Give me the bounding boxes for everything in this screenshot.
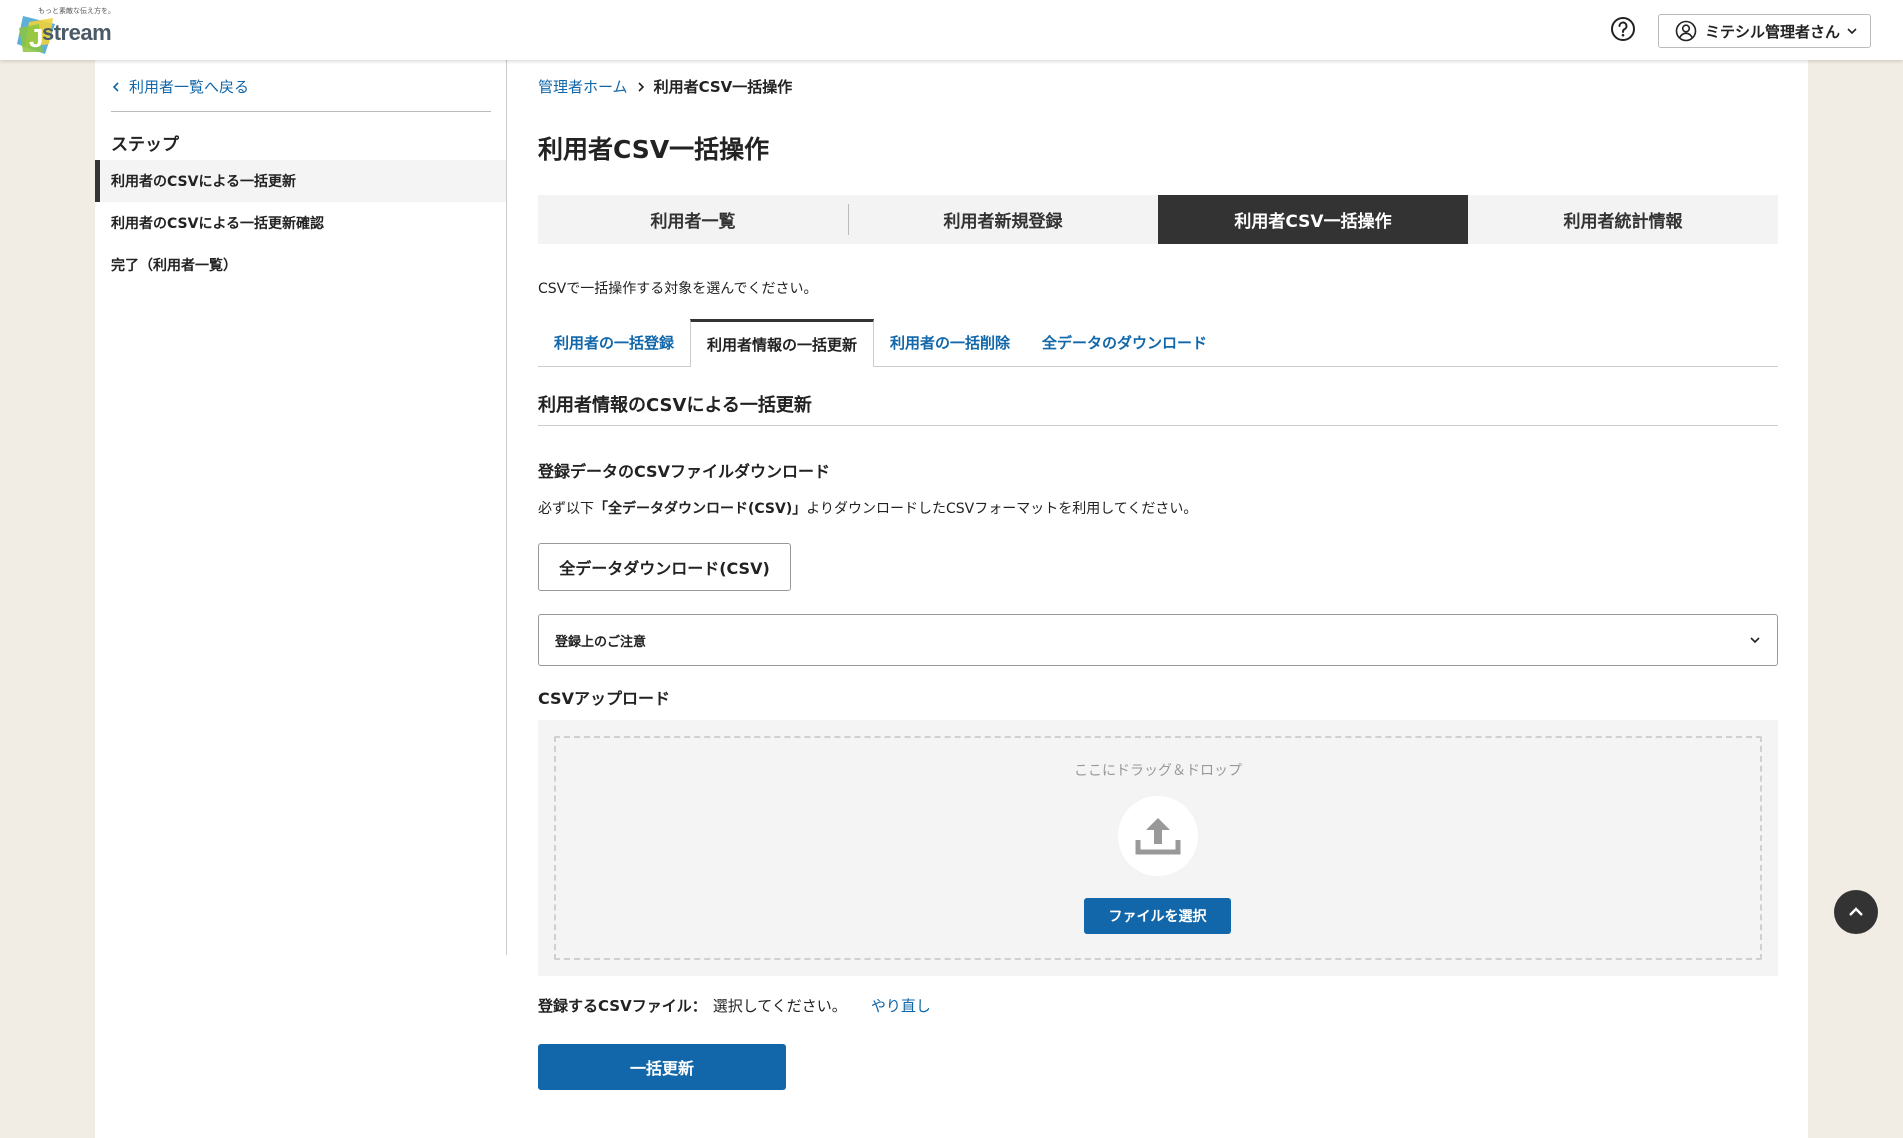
- user-avatar-icon: [1675, 20, 1697, 42]
- upload-heading: CSVアップロード: [538, 689, 670, 708]
- breadcrumb-current: 利用者CSV一括操作: [653, 78, 793, 96]
- main-tabs: 利用者一覧 利用者新規登録 利用者CSV一括操作 利用者統計情報: [538, 195, 1778, 244]
- back-link-label: 利用者一覧へ戻る: [129, 78, 250, 96]
- question-circle-icon[interactable]: [1610, 16, 1636, 42]
- logo-text: stream: [42, 20, 112, 45]
- file-status-value: 選択してください。: [712, 997, 847, 1015]
- main-panel: 利用者一覧へ戻る ステップ 利用者のCSVによる一括更新 利用者のCSVによる一…: [95, 60, 1808, 1138]
- step-item-csv-update-confirm: 利用者のCSVによる一括更新確認: [111, 216, 325, 232]
- jstream-logo[interactable]: もっと素敵な伝え方を。 J stream: [15, 6, 125, 54]
- step-item-csv-update: 利用者のCSVによる一括更新: [95, 160, 506, 202]
- reset-link[interactable]: やり直し: [871, 995, 931, 1016]
- file-status: 登録するCSVファイル： 選択してください。 やり直し: [538, 995, 931, 1016]
- tab-user-stats[interactable]: 利用者統計情報: [1468, 195, 1778, 244]
- drop-text: ここにドラッグ＆ドロップ: [1074, 763, 1242, 779]
- user-menu-button[interactable]: ミテシル管理者さん: [1658, 14, 1871, 48]
- step-item-complete: 完了（利用者一覧）: [111, 258, 237, 274]
- chevron-right-icon: [637, 81, 644, 92]
- download-desc-bold: 「全データダウンロード(CSV)」: [594, 501, 807, 517]
- chevron-up-icon: [1849, 907, 1863, 916]
- back-to-top-button[interactable]: [1834, 890, 1878, 934]
- subtab-bulk-register[interactable]: 利用者の一括登録: [538, 319, 690, 366]
- bulk-update-button[interactable]: 一括更新: [538, 1044, 786, 1090]
- section-divider: [538, 425, 1778, 426]
- accordion-label: 登録上のご注意: [555, 634, 647, 650]
- download-desc-prefix: 必ず以下: [538, 501, 594, 517]
- subtab-bulk-update[interactable]: 利用者情報の一括更新: [690, 319, 875, 367]
- subtab-bulk-delete[interactable]: 利用者の一括削除: [874, 319, 1026, 366]
- download-desc-suffix: よりダウンロードしたCSVフォーマットを利用してください。: [806, 501, 1198, 517]
- upload-area: ここにドラッグ＆ドロップ ファイルを選択: [538, 720, 1778, 976]
- steps-heading: ステップ: [111, 135, 179, 155]
- breadcrumb: 管理者ホーム 利用者CSV一括操作: [538, 76, 792, 97]
- sidebar-divider: [111, 111, 491, 112]
- main-content: 管理者ホーム 利用者CSV一括操作 利用者CSV一括操作 利用者一覧 利用者新規…: [538, 60, 1778, 1138]
- intro-text: CSVで一括操作する対象を選んでください。: [538, 281, 818, 297]
- chevron-down-icon: [1750, 637, 1760, 644]
- tab-user-list[interactable]: 利用者一覧: [538, 195, 848, 244]
- registration-notice-accordion[interactable]: 登録上のご注意: [538, 614, 1778, 666]
- page-title: 利用者CSV一括操作: [538, 135, 770, 164]
- file-status-label: 登録するCSVファイル：: [538, 997, 707, 1015]
- section-title: 利用者情報のCSVによる一括更新: [538, 395, 812, 416]
- csv-dropzone[interactable]: ここにドラッグ＆ドロップ ファイルを選択: [554, 736, 1762, 960]
- csv-operation-tabs: 利用者の一括登録 利用者情報の一括更新 利用者の一括削除 全データのダウンロード: [538, 319, 1778, 367]
- user-name: ミテシル管理者さん: [1705, 22, 1841, 41]
- download-heading: 登録データのCSVファイルダウンロード: [538, 462, 830, 481]
- download-description: 必ず以下「全データダウンロード(CSV)」よりダウンロードしたCSVフォーマット…: [538, 498, 1197, 518]
- back-to-user-list-link[interactable]: 利用者一覧へ戻る: [111, 76, 249, 97]
- chevron-left-icon: [112, 81, 119, 92]
- select-file-button[interactable]: ファイルを選択: [1084, 898, 1231, 934]
- tab-user-csv[interactable]: 利用者CSV一括操作: [1158, 195, 1468, 244]
- breadcrumb-home-link[interactable]: 管理者ホーム: [538, 76, 628, 97]
- app-header: もっと素敵な伝え方を。 J stream ミテシル管理者さん: [0, 0, 1903, 60]
- subtab-download-all[interactable]: 全データのダウンロード: [1026, 319, 1223, 366]
- download-all-csv-button[interactable]: 全データダウンロード(CSV): [538, 543, 791, 591]
- tab-user-register[interactable]: 利用者新規登録: [848, 195, 1158, 244]
- sidebar: 利用者一覧へ戻る ステップ 利用者のCSVによる一括更新 利用者のCSVによる一…: [95, 60, 507, 955]
- upload-icon: [1135, 818, 1181, 855]
- upload-icon-circle: [1118, 796, 1198, 876]
- chevron-down-icon: [1847, 28, 1857, 35]
